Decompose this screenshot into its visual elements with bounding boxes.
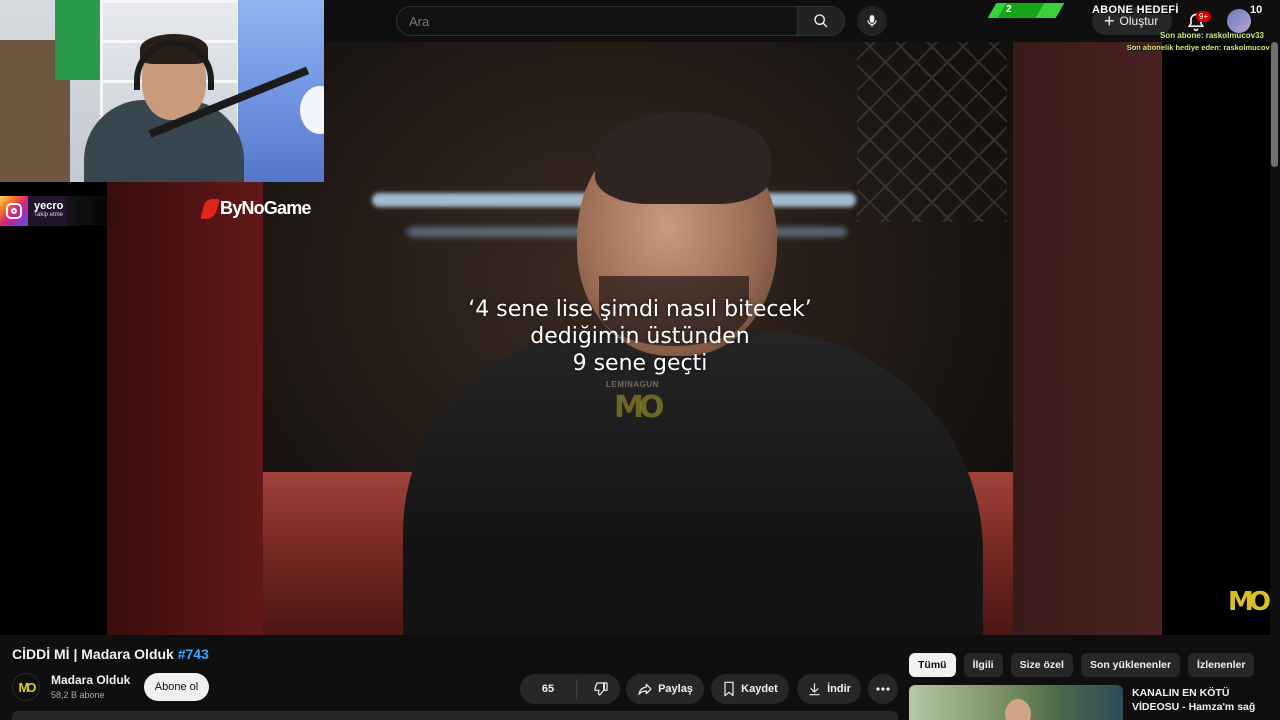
scrollbar-thumb[interactable] xyxy=(1271,42,1278,167)
channel-avatar[interactable]: MO xyxy=(12,673,40,701)
video-subtitle: ‘4 sene lise şimdi nasıl bitecek’ dediği… xyxy=(0,296,1280,377)
notification-badge: 9+ xyxy=(1196,11,1212,22)
goal-current: 2 xyxy=(1006,4,1012,15)
sponsor-logo: ByNoGame xyxy=(200,198,311,219)
video-hashtag[interactable]: #743 xyxy=(178,646,209,662)
share-label: Paylaş xyxy=(658,683,693,695)
search-box[interactable] xyxy=(396,6,798,36)
filter-chips: Tümü İlgili Size özel Son yüklenenler İz… xyxy=(909,653,1255,677)
search-input[interactable] xyxy=(397,7,797,35)
channel-subscriber-count: 58,2 B abone xyxy=(51,690,105,700)
subscribe-button[interactable]: Abone ol xyxy=(144,673,209,701)
video-watermark-text: LEMINAGUN xyxy=(606,380,659,389)
instagram-badge: yecro Takip etme xyxy=(0,196,67,226)
subtitle-line: ‘4 sene lise şimdi nasıl bitecek’ xyxy=(468,297,812,322)
video-title: CİDDİ Mİ | Madara Olduk #743 xyxy=(12,646,209,662)
search-button[interactable] xyxy=(797,6,845,36)
recommended-video-thumbnail[interactable] xyxy=(909,685,1123,720)
sponsor-name: ByNoGame xyxy=(220,198,311,218)
video-lattice xyxy=(857,42,1007,222)
chip-recently-uploaded[interactable]: Son yüklenenler xyxy=(1080,653,1181,677)
instagram-badge-fade xyxy=(67,196,122,226)
channel-name[interactable]: Madara Olduk xyxy=(51,673,130,687)
share-icon xyxy=(638,683,652,695)
last-subscriber: Son abone: raskolmucov33 xyxy=(1159,31,1264,40)
goal-title: ABONE HEDEFİ xyxy=(1092,4,1179,16)
video-title-text: CİDDİ Mİ | Madara Olduk xyxy=(12,646,174,662)
streamer-webcam xyxy=(0,0,324,182)
bookmark-icon xyxy=(724,681,734,697)
chip-all[interactable]: Tümü xyxy=(909,653,956,677)
last-gift-sub: Son abonelik hediye eden: raskolmucov33 xyxy=(1126,43,1278,52)
chip-for-you[interactable]: Size özel xyxy=(1010,653,1073,677)
like-count: 65 xyxy=(541,683,555,695)
goal-target: 10 xyxy=(1250,4,1263,16)
create-label: Oluştur xyxy=(1119,14,1159,28)
save-button[interactable]: Kaydet xyxy=(711,674,789,704)
voice-search-button[interactable] xyxy=(857,6,887,36)
webcam-jersey xyxy=(55,0,100,80)
flame-icon xyxy=(200,198,220,219)
account-avatar[interactable] xyxy=(1227,9,1251,33)
instagram-subtext: Takip etme xyxy=(34,212,64,218)
like-dislike-group: 65 xyxy=(520,674,620,704)
dislike-button[interactable] xyxy=(582,681,620,697)
video-person-hair xyxy=(595,112,771,204)
video-person-body xyxy=(403,332,983,635)
description-box[interactable] xyxy=(12,711,898,720)
recommended-video-title[interactable]: KANALIN EN KÖTÜ VİDEOSU - Hamza'm sağ xyxy=(1132,686,1262,714)
search-icon xyxy=(814,14,828,28)
download-icon xyxy=(809,683,820,696)
save-label: Kaydet xyxy=(741,683,778,695)
like-button[interactable]: 65 xyxy=(520,679,578,699)
page-scrollbar[interactable] xyxy=(1270,42,1280,720)
video-watermark-logo: MO xyxy=(614,390,664,425)
channel-watermark-logo: MO xyxy=(1228,587,1271,617)
instagram-icon xyxy=(0,196,28,226)
chip-watched[interactable]: İzlenenler xyxy=(1188,653,1255,677)
microphone-icon xyxy=(867,15,877,27)
instagram-handle: yecro xyxy=(34,200,64,212)
subtitle-line: 9 sene geçti xyxy=(572,351,708,376)
download-button[interactable]: İndir xyxy=(797,674,861,704)
more-horizontal-icon xyxy=(876,687,890,691)
download-label: İndir xyxy=(827,683,851,695)
more-actions-button[interactable] xyxy=(868,674,898,704)
chip-related[interactable]: İlgili xyxy=(963,653,1003,677)
share-button[interactable]: Paylaş xyxy=(626,674,704,704)
thumbs-down-icon xyxy=(594,682,608,696)
subtitle-line: dediğimin üstünden xyxy=(530,324,750,349)
